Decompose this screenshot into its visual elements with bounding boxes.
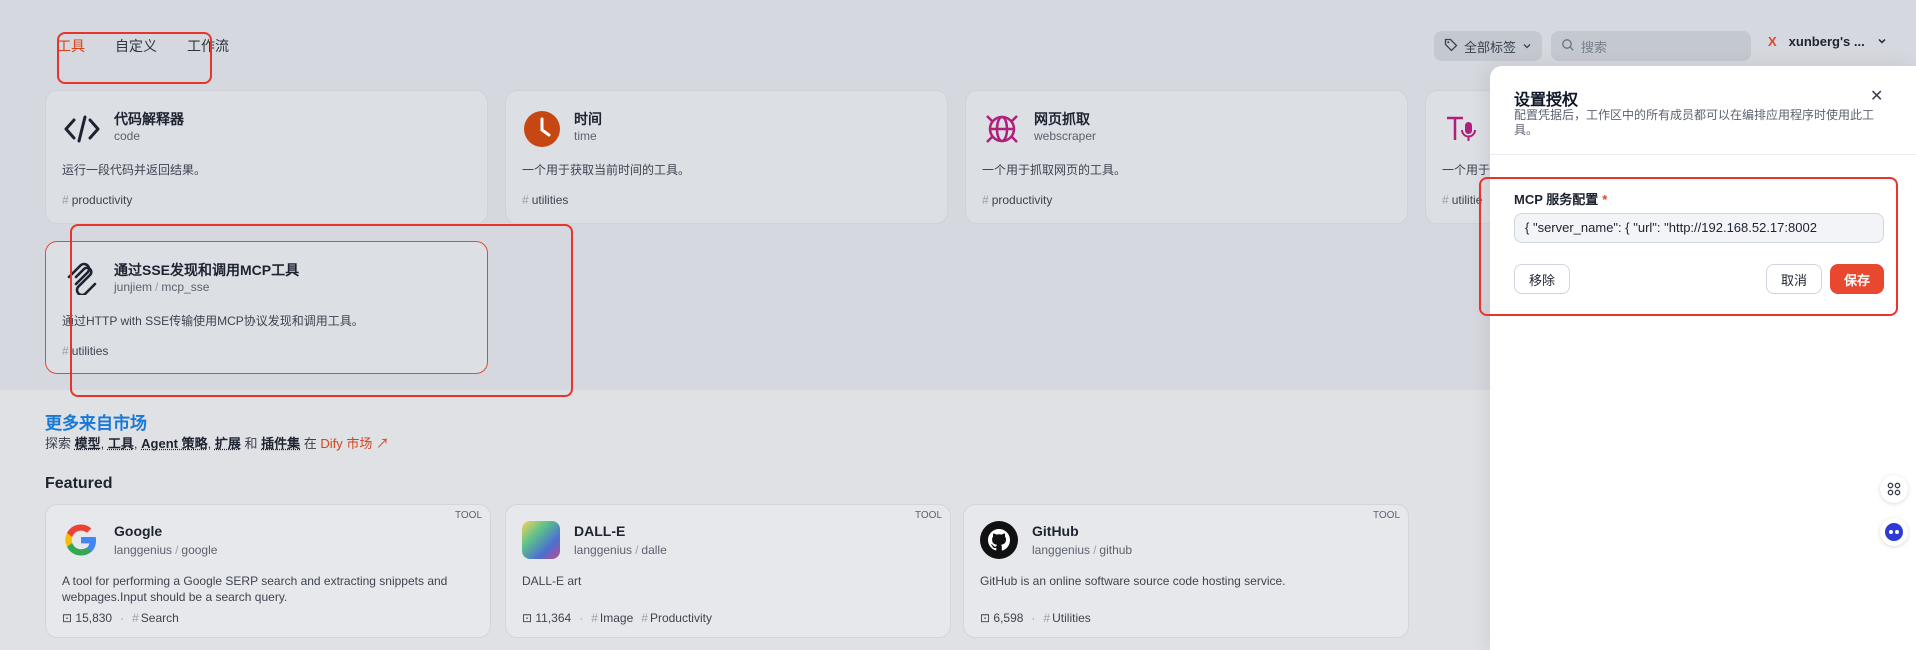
plugin-name: DALL-E <box>574 523 626 539</box>
tag-filter-dropdown[interactable]: 全部标签 <box>1434 31 1542 61</box>
workspace-name: xunberg's ... <box>1788 34 1865 49</box>
workspace-switcher[interactable]: X xunberg's ... <box>1768 34 1887 49</box>
tag-icon <box>1444 38 1458 55</box>
plugin-description: GitHub is an online software source code… <box>980 574 1286 588</box>
workspace-initial: X <box>1768 34 1777 49</box>
tool-card-mcp-sse[interactable]: 通过SSE发现和调用MCP工具 junjiem / mcp_sse 通过HTTP w… <box>45 241 488 374</box>
tag-filter-label: 全部标签 <box>1464 39 1517 55</box>
chevron-down-icon <box>1522 39 1532 54</box>
category-tabs: 工具 自定义 工作流 <box>57 36 229 56</box>
featured-card-github[interactable]: TOOL GitHub langgenius / github GitHub is … <box>963 504 1409 638</box>
clock-icon <box>522 109 562 149</box>
plugin-meta: ⊡ 11,364 · # Image # Productivity <box>522 611 712 625</box>
tool-name: 通过SSE发现和调用MCP工具 <box>114 262 300 278</box>
plugin-tag: # Search <box>132 611 179 625</box>
install-count: ⊡ 15,830 <box>62 611 113 625</box>
install-count: ⊡ 11,364 <box>522 611 572 625</box>
link-agent-strategies[interactable]: Agent 策略 <box>141 436 207 451</box>
link-models[interactable]: 模型 <box>75 436 101 451</box>
tool-tag: # productivity <box>62 193 133 207</box>
assistant-bot-icon[interactable] <box>1880 518 1908 546</box>
marketplace-subtitle: 探索 模型, 工具, Agent 策略, 扩展 和 插件集 在 Dify 市场 … <box>45 436 390 451</box>
panel-title: 设置授权 <box>1514 92 1579 109</box>
tab-custom[interactable]: 自定义 <box>115 36 157 56</box>
tool-name: 代码解释器 <box>114 111 184 127</box>
google-icon <box>62 521 100 559</box>
chevron-down-icon <box>1877 34 1887 49</box>
link-bundles[interactable]: 插件集 <box>261 436 300 451</box>
cancel-button[interactable]: 取消 <box>1766 264 1822 294</box>
marketplace-title: 更多来自市场 <box>45 414 147 433</box>
close-icon[interactable]: ✕ <box>1870 86 1883 106</box>
tool-description: 通过HTTP with SSE传输使用MCP协议发现和调用工具。 <box>62 314 364 328</box>
tool-description: 一个用于 <box>1442 163 1491 177</box>
plugin-id: langgenius / dalle <box>574 543 667 557</box>
plugin-name: Google <box>114 523 163 539</box>
dify-marketplace-link[interactable]: Dify 市场 ↗ <box>320 436 389 451</box>
tool-description: 一个用于获取当前时间的工具。 <box>522 163 691 177</box>
plugin-tag: # Utilities <box>1043 611 1091 625</box>
tool-description: 运行一段代码并返回结果。 <box>62 163 207 177</box>
link-extensions[interactable]: 扩展 <box>215 436 241 451</box>
plugin-id: langgenius / google <box>114 543 218 557</box>
github-icon <box>980 521 1018 559</box>
tool-tag: # utilitie <box>1442 193 1483 207</box>
mcp-config-label: MCP 服务配置 * <box>1514 192 1608 207</box>
tab-tools[interactable]: 工具 <box>57 36 85 56</box>
apps-grid-icon[interactable] <box>1880 475 1908 503</box>
tool-id: time <box>574 129 597 143</box>
tool-card-code[interactable]: 代码解释器 code 运行一段代码并返回结果。 # productivity <box>45 90 488 224</box>
required-mark: * <box>1602 192 1608 207</box>
remove-button[interactable]: 移除 <box>1514 264 1570 294</box>
tool-id: webscraper <box>1034 129 1097 143</box>
tts-icon <box>1442 109 1482 149</box>
tab-workflow[interactable]: 工作流 <box>187 36 229 56</box>
plugin-tag: # Productivity <box>641 611 712 625</box>
tool-name: 网页抓取 <box>1034 111 1090 127</box>
tool-id: junjiem / mcp_sse <box>114 280 210 294</box>
featured-card-dalle[interactable]: TOOL DALL-E langgenius / dalle DALL-E art … <box>505 504 951 638</box>
plugin-id: langgenius / github <box>1032 543 1133 557</box>
plugin-description: DALL-E art <box>522 574 582 588</box>
plugin-name: GitHub <box>1032 523 1079 539</box>
dalle-icon <box>522 521 560 559</box>
type-badge: TOOL <box>1372 510 1400 521</box>
type-badge: TOOL <box>454 510 482 521</box>
search-icon <box>1561 38 1575 55</box>
tool-id: code <box>114 129 141 143</box>
plugin-description: A tool for performing a Google SERP sear… <box>62 574 448 604</box>
tool-card-time[interactable]: 时间 time 一个用于获取当前时间的工具。 # utilities <box>505 90 948 224</box>
type-badge: TOOL <box>914 510 942 521</box>
featured-heading: Featured <box>45 475 113 492</box>
code-icon <box>62 109 102 149</box>
mcp-config-input[interactable]: { "server_name": { "url": "http://192.16… <box>1514 213 1884 243</box>
tool-tag: # productivity <box>982 193 1053 207</box>
tool-card-webscraper[interactable]: 网页抓取 webscraper 一个用于抓取网页的工具。 # productivi… <box>965 90 1408 224</box>
tool-tag: # utilities <box>522 193 569 207</box>
plugin-meta: ⊡ 6,598 · # Utilities <box>980 611 1091 625</box>
divider <box>1490 154 1916 155</box>
tool-tag: # utilities <box>62 344 109 358</box>
mcp-icon <box>62 258 102 298</box>
save-button[interactable]: 保存 <box>1830 264 1884 294</box>
tool-name: 时间 <box>574 111 602 127</box>
search-placeholder: 搜索 <box>1581 39 1608 55</box>
featured-card-google[interactable]: TOOL Google langgenius / google A tool for… <box>45 504 491 638</box>
link-tools[interactable]: 工具 <box>108 436 134 451</box>
panel-description: 配置凭据后，工作区中的所有成员都可以在编排应用程序时使用此工具。 <box>1514 108 1875 137</box>
install-count: ⊡ 6,598 <box>980 611 1024 625</box>
globe-icon <box>982 109 1022 149</box>
plugin-tag: # Image <box>591 611 634 625</box>
plugin-meta: ⊡ 15,830 · # Search <box>62 611 179 625</box>
tool-description: 一个用于抓取网页的工具。 <box>982 163 1127 177</box>
search-input[interactable]: 搜索 <box>1551 31 1751 61</box>
auth-settings-panel: 设置授权 配置凭据后，工作区中的所有成员都可以在编排应用程序时使用此工具。 ✕ … <box>1490 66 1916 650</box>
